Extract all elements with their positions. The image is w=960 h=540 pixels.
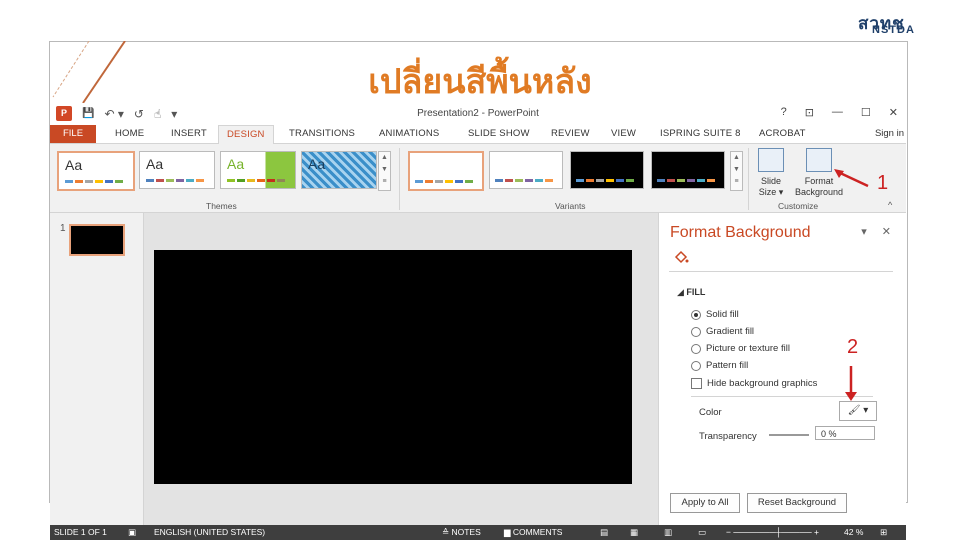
annotation-arrow-1	[834, 169, 869, 188]
slide-size-label: Slide Size ▾	[758, 176, 784, 197]
maximize-icon[interactable]: ☐	[861, 106, 871, 119]
logo-subtext: NSTDA	[872, 24, 915, 36]
variants-gallery-scroll[interactable]: ▲ ▼ ≡	[730, 151, 743, 191]
zoom-slider[interactable]: − ───────┼───── +	[726, 527, 819, 537]
sign-in-link[interactable]: Sign in	[875, 128, 904, 139]
picture-fill-option[interactable]: Picture or texture fill	[691, 343, 790, 354]
ribbon-display-icon[interactable]: ⊡	[805, 106, 814, 119]
tab-design[interactable]: DESIGN	[218, 125, 274, 145]
tab-transitions[interactable]: TRANSITIONS	[289, 128, 355, 139]
ribbon-tabs: FILE HOME INSERT DESIGN TRANSITIONS ANIM…	[50, 125, 906, 145]
theme-office-2[interactable]: Aa	[139, 151, 215, 189]
annotation-arrow-2	[845, 366, 857, 401]
slide-thumbnail[interactable]	[69, 224, 125, 256]
transparency-input[interactable]: 0 %	[815, 426, 875, 440]
tab-insert[interactable]: INSERT	[171, 128, 207, 139]
theme-facet[interactable]: Aa	[220, 151, 296, 189]
theme-preview-text: Aa	[227, 156, 245, 172]
normal-view-icon[interactable]: ▤	[600, 527, 608, 538]
tab-view[interactable]: VIEW	[611, 128, 636, 139]
title-bar: P 💾 ↶ ▾ ↺ ☝ ▾ Presentation2 - PowerPoint…	[50, 103, 906, 125]
variant-2[interactable]	[489, 151, 563, 189]
paint-bucket-icon[interactable]	[673, 249, 689, 269]
help-icon[interactable]: ?	[781, 106, 787, 119]
fit-slide-icon[interactable]: ⊞	[880, 527, 887, 538]
slide-title: เปลี่ยนสีพื้นหลัง	[368, 63, 592, 101]
format-background-icon	[806, 148, 832, 172]
tab-review[interactable]: REVIEW	[551, 128, 590, 139]
window-title: Presentation2 - PowerPoint	[417, 108, 539, 119]
pane-title: Format Background	[670, 224, 811, 241]
theme-preview-text: Aa	[308, 156, 326, 172]
tab-animations[interactable]: ANIMATIONS	[379, 128, 439, 139]
thumbnail-number: 1	[60, 223, 66, 234]
slide-sorter-icon[interactable]: ▦	[630, 527, 638, 538]
slide-count: SLIDE 1 OF 1	[54, 527, 107, 537]
notes-button[interactable]: ≙ NOTES	[442, 527, 481, 538]
color-picker-button[interactable]: 🖌 ▾	[839, 401, 877, 421]
apply-to-all-button[interactable]: Apply to All	[670, 493, 740, 513]
solid-fill-option[interactable]: Solid fill	[691, 309, 739, 320]
radio-button[interactable]	[691, 360, 701, 371]
slideshow-view-icon[interactable]: ▭	[698, 527, 706, 538]
ribbon: Aa Aa Aa Aa ▲▼≡ Themes ▲▼≡ Variants	[50, 144, 906, 213]
tab-acrobat[interactable]: ACROBAT	[759, 128, 806, 139]
radio-button[interactable]	[691, 326, 701, 337]
collapse-ribbon-icon[interactable]: ^	[888, 200, 892, 210]
variant-1[interactable]	[408, 151, 484, 191]
customize-group-label: Customize	[778, 201, 819, 211]
window-controls: ? ⊡ — ☐ ✕	[781, 106, 898, 119]
annotation-number-1: 1	[877, 172, 889, 194]
format-background-pane: Format Background ▾ ✕ ◢ FILL Solid fill …	[658, 213, 906, 525]
pane-controls[interactable]: ▾ ✕	[861, 225, 897, 238]
theme-pattern[interactable]: Aa	[301, 151, 377, 189]
annotation-number-2: 2	[847, 336, 859, 358]
variant-4[interactable]	[651, 151, 725, 189]
powerpoint-window: P 💾 ↶ ▾ ↺ ☝ ▾ Presentation2 - PowerPoint…	[50, 103, 906, 540]
tab-home[interactable]: HOME	[115, 128, 144, 139]
slide-size-icon	[758, 148, 784, 172]
tab-file[interactable]: FILE	[50, 125, 96, 143]
slide-canvas[interactable]	[154, 250, 632, 484]
gradient-fill-option[interactable]: Gradient fill	[691, 326, 754, 337]
transparency-label: Transparency	[699, 431, 757, 442]
theme-preview-text: Aa	[65, 157, 83, 173]
status-bar: SLIDE 1 OF 1 ▣ ENGLISH (UNITED STATES) ≙…	[50, 525, 906, 540]
theme-office[interactable]: Aa	[57, 151, 135, 191]
variant-3[interactable]	[570, 151, 644, 189]
theme-preview-text: Aa	[146, 156, 164, 172]
minimize-icon[interactable]: —	[832, 106, 843, 119]
color-label: Color	[699, 407, 722, 418]
tab-ispring[interactable]: ISPRING SUITE 8	[660, 128, 741, 139]
variants-group-label: Variants	[555, 201, 586, 211]
close-icon[interactable]: ✕	[889, 106, 898, 119]
transparency-slider[interactable]	[769, 434, 809, 436]
radio-button[interactable]	[691, 309, 701, 320]
tab-slide-show[interactable]: SLIDE SHOW	[468, 128, 530, 139]
pattern-fill-option[interactable]: Pattern fill	[691, 360, 748, 371]
comments-button[interactable]: ▆ COMMENTS	[504, 527, 562, 538]
hide-background-graphics-option[interactable]: Hide background graphics	[691, 378, 817, 389]
slide-thumbnail-pane: 1	[50, 213, 144, 525]
themes-gallery-scroll[interactable]: ▲ ▼ ≡	[378, 151, 391, 191]
radio-button[interactable]	[691, 343, 701, 354]
zoom-level[interactable]: 42 %	[844, 527, 863, 537]
reset-background-button[interactable]: Reset Background	[747, 493, 847, 513]
reading-view-icon[interactable]: ▥	[664, 527, 672, 538]
fill-section-header[interactable]: ◢ FILL	[677, 287, 705, 298]
slide-size-button[interactable]: Slide Size ▾	[754, 148, 788, 198]
themes-group-label: Themes	[206, 201, 237, 211]
language-indicator[interactable]: ENGLISH (UNITED STATES)	[154, 527, 265, 537]
checkbox[interactable]	[691, 378, 702, 389]
spell-check-icon[interactable]: ▣	[128, 527, 136, 538]
